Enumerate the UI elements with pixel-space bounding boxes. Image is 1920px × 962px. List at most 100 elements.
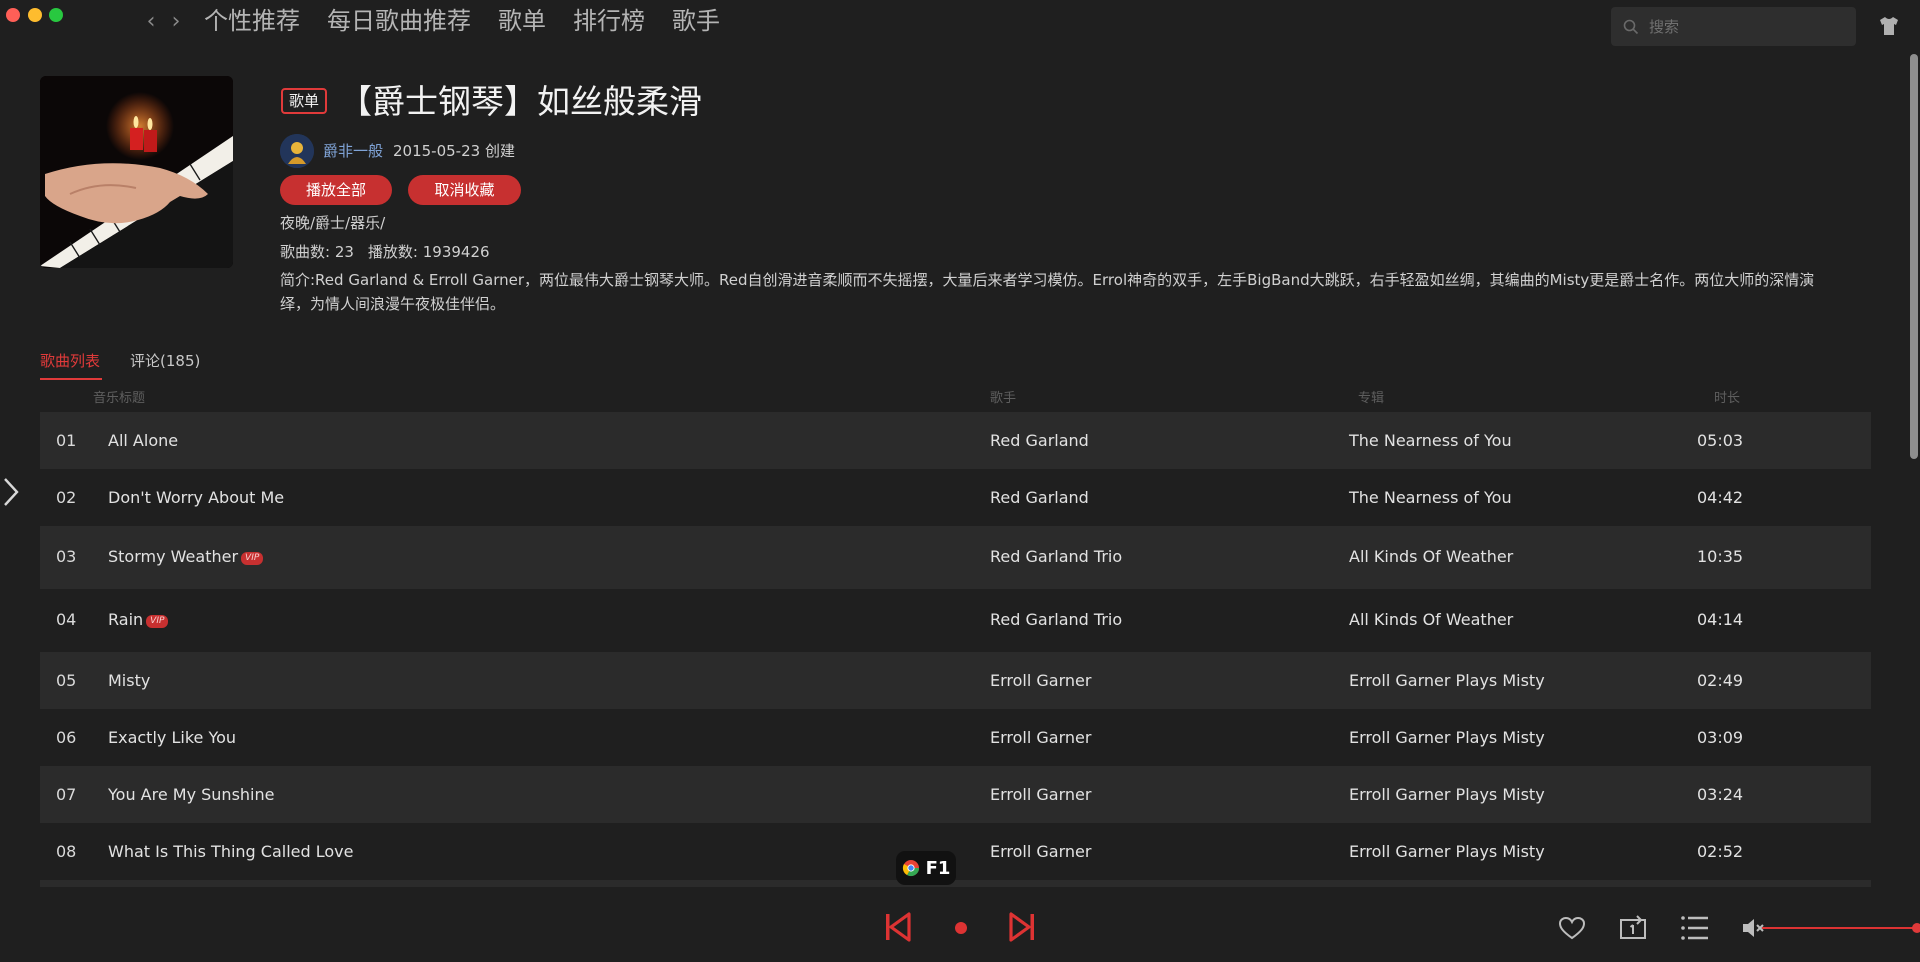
table-row[interactable]: 01 All Alone Red Garland The Nearness of…	[40, 412, 1871, 469]
table-row[interactable]: 07 You Are My Sunshine Erroll Garner Err…	[40, 766, 1871, 823]
playlist-tags: 夜晚/爵士/器乐/	[280, 214, 386, 232]
song-title[interactable]: Misty	[108, 671, 150, 690]
song-duration: 02:49	[1697, 671, 1744, 690]
song-album[interactable]: Erroll Garner Plays Misty	[1349, 785, 1545, 804]
playlist-stats: 歌曲数: 23 播放数: 1939426	[280, 241, 490, 262]
playlist-title: 【爵士钢琴】如丝般柔滑	[339, 82, 702, 121]
song-title-text: What Is This Thing Called Love	[108, 842, 354, 861]
row-number: 07	[56, 785, 77, 804]
song-duration: 03:24	[1697, 785, 1744, 804]
search-box[interactable]	[1611, 7, 1856, 46]
song-album[interactable]: Erroll Garner Plays Misty	[1349, 842, 1545, 861]
next-track-icon[interactable]	[1008, 912, 1036, 942]
song-title[interactable]: You Are My Sunshine	[108, 785, 274, 804]
unfavorite-button[interactable]: 取消收藏	[408, 175, 521, 205]
playlist-cover	[40, 76, 233, 268]
song-title-text: Exactly Like You	[108, 728, 237, 747]
nav-tab-playlists[interactable]: 歌单	[498, 4, 546, 38]
song-album[interactable]: All Kinds Of Weather	[1349, 547, 1513, 566]
search-input[interactable]	[1649, 17, 1839, 36]
row-number: 08	[56, 842, 77, 861]
heart-icon[interactable]	[1558, 916, 1586, 940]
forward-icon[interactable]: ›	[167, 10, 185, 34]
title-bar: ‹ › 个性推荐 每日歌曲推荐 歌单 排行榜 歌手	[0, 0, 1920, 46]
table-row[interactable]: 06 Exactly Like You Erroll Garner Erroll…	[40, 709, 1871, 766]
row-number: 01	[56, 431, 77, 450]
song-artist[interactable]: Erroll Garner	[990, 785, 1091, 804]
vip-badge: VIP	[241, 552, 264, 565]
row-number: 04	[56, 610, 77, 629]
song-title-text: Rain	[108, 610, 144, 629]
song-artist[interactable]: Red Garland	[990, 431, 1089, 450]
song-title-text: Stormy Weather	[108, 547, 239, 566]
table-row-partial[interactable]	[40, 880, 1871, 887]
table-row[interactable]: 05 Misty Erroll Garner Erroll Garner Pla…	[40, 652, 1871, 709]
tab-comments[interactable]: 评论(185)	[130, 350, 200, 372]
nav-tab-artists[interactable]: 歌手	[672, 4, 720, 38]
song-title-text: You Are My Sunshine	[108, 785, 275, 804]
song-album[interactable]: Erroll Garner Plays Misty	[1349, 671, 1545, 690]
column-header-title[interactable]: 音乐标题	[93, 387, 145, 406]
floating-launcher-badge[interactable]: F1	[896, 851, 956, 885]
song-artist[interactable]: Erroll Garner	[990, 842, 1091, 861]
play-mode-icon[interactable]	[1619, 914, 1647, 940]
created-date: 2015-05-23 创建	[393, 142, 515, 160]
table-row[interactable]: 03 Stormy Weather VIP Red Garland Trio Al…	[40, 526, 1871, 589]
tab-song-list[interactable]: 歌曲列表	[40, 350, 100, 372]
song-title[interactable]: Stormy Weather VIP	[108, 547, 264, 566]
song-album[interactable]: The Nearness of You	[1349, 431, 1512, 450]
row-number: 05	[56, 671, 77, 690]
table-row[interactable]: 04 Rain VIP Red Garland Trio All Kinds Of…	[40, 589, 1871, 652]
minimize-window-button[interactable]	[28, 8, 42, 22]
song-title[interactable]: Exactly Like You	[108, 728, 236, 747]
browser-icon	[902, 860, 919, 877]
nav-tab-personal[interactable]: 个性推荐	[204, 4, 300, 38]
song-album[interactable]: The Nearness of You	[1349, 488, 1512, 507]
creator-avatar[interactable]	[280, 134, 314, 168]
playlist-queue-icon[interactable]	[1680, 914, 1710, 942]
previous-track-icon[interactable]	[884, 912, 912, 942]
playlist-type-badge: 歌单	[281, 88, 328, 114]
song-title[interactable]: Don't Worry About Me	[108, 488, 284, 507]
song-artist[interactable]: Red Garland	[990, 488, 1089, 507]
song-title[interactable]: All Alone	[108, 431, 178, 450]
nav-tab-daily[interactable]: 每日歌曲推荐	[327, 4, 471, 38]
song-count: 歌曲数: 23	[280, 243, 354, 261]
scrollbar-thumb[interactable]	[1910, 54, 1918, 459]
skin-shirt-icon[interactable]	[1877, 14, 1901, 38]
song-album[interactable]: All Kinds Of Weather	[1349, 610, 1513, 629]
back-icon[interactable]: ‹	[142, 10, 160, 34]
main-nav: 个性推荐 每日歌曲推荐 歌单 排行榜 歌手	[204, 4, 720, 38]
volume-slider-track[interactable]	[1762, 927, 1920, 929]
song-table: 01 All Alone Red Garland The Nearness of…	[40, 412, 1871, 887]
song-duration: 03:09	[1697, 728, 1744, 747]
column-header-artist[interactable]: 歌手	[990, 387, 1016, 406]
song-duration: 02:52	[1697, 842, 1744, 861]
maximize-window-button[interactable]	[49, 8, 63, 22]
play-all-button[interactable]: 播放全部	[280, 175, 392, 205]
play-count: 播放数: 1939426	[367, 243, 490, 261]
song-duration: 05:03	[1697, 431, 1744, 450]
song-artist[interactable]: Red Garland Trio	[990, 547, 1122, 566]
close-window-button[interactable]	[6, 8, 20, 22]
column-header-album[interactable]: 专辑	[1358, 387, 1384, 406]
song-title-text: Misty	[108, 671, 151, 690]
song-title-text: All Alone	[108, 431, 179, 450]
song-artist[interactable]: Erroll Garner	[990, 728, 1091, 747]
song-artist[interactable]: Erroll Garner	[990, 671, 1091, 690]
column-header-duration[interactable]: 时长	[1714, 387, 1740, 406]
table-row[interactable]: 02 Don't Worry About Me Red Garland The …	[40, 469, 1871, 526]
creator-name-link[interactable]: 爵非一般	[323, 140, 383, 161]
row-number: 06	[56, 728, 77, 747]
nav-tab-charts[interactable]: 排行榜	[573, 4, 645, 38]
song-title-text: Don't Worry About Me	[108, 488, 285, 507]
song-album[interactable]: Erroll Garner Plays Misty	[1349, 728, 1545, 747]
active-tab-indicator	[40, 378, 102, 380]
volume-slider-knob[interactable]	[1912, 923, 1920, 933]
song-artist[interactable]: Red Garland Trio	[990, 610, 1122, 629]
song-title[interactable]: Rain VIP	[108, 610, 169, 629]
expand-sidebar-icon[interactable]	[0, 475, 22, 509]
song-title[interactable]: What Is This Thing Called Love	[108, 842, 353, 861]
play-icon[interactable]	[954, 921, 968, 935]
playlist-description: 简介:Red Garland & Erroll Garner，两位最伟大爵士钢琴…	[280, 271, 1815, 313]
